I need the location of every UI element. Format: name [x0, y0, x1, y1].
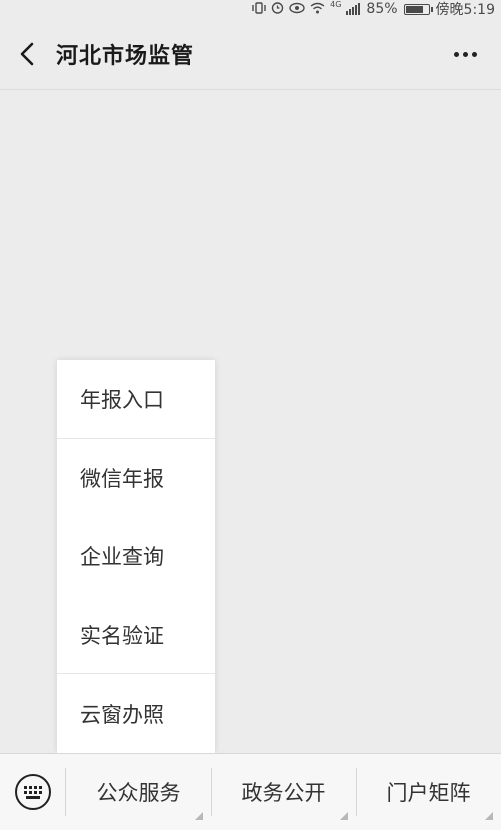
submenu-indicator-icon	[485, 812, 493, 820]
status-icons: 4G	[252, 0, 361, 17]
battery-icon	[403, 3, 433, 15]
network-type-label: 4G	[330, 0, 342, 9]
submenu-indicator-icon	[340, 812, 348, 820]
vibrate-icon	[252, 1, 266, 17]
more-button[interactable]	[447, 36, 483, 72]
wechat-official-account-screen: 4G 85% 傍晚5:19 河北市场监管 年报入口 微信年报 企业查询 实名验证…	[0, 0, 501, 830]
keyboard-icon	[14, 774, 51, 810]
status-bar: 4G 85% 傍晚5:19	[0, 0, 501, 18]
submenu-indicator-icon	[195, 812, 203, 820]
alarm-icon	[271, 1, 284, 17]
tab-label: 政务公开	[241, 781, 326, 805]
tab-portal-matrix[interactable]: 门户矩阵	[356, 754, 501, 830]
nav-bar: 河北市场监管	[0, 18, 501, 90]
tab-public-services[interactable]: 公众服务	[66, 754, 211, 830]
back-button[interactable]	[0, 18, 56, 90]
battery-fill	[405, 5, 424, 13]
wifi-icon	[310, 2, 325, 17]
menu-item-cloud-window-license[interactable]: 云窗办照	[57, 674, 215, 753]
tab-government-affairs[interactable]: 政务公开	[211, 754, 356, 830]
tab-label: 门户矩阵	[386, 781, 471, 805]
menu-item-wechat-annual-report[interactable]: 微信年报	[57, 439, 215, 518]
page-title: 河北市场监管	[56, 43, 195, 69]
tab-label: 公众服务	[96, 781, 181, 805]
more-dot	[462, 51, 468, 57]
more-dots-icon	[453, 51, 459, 57]
eye-icon	[289, 2, 305, 17]
more-dot	[471, 51, 477, 57]
menu-item-enterprise-query[interactable]: 企业查询	[57, 517, 215, 596]
bottom-menu-bar: 公众服务 政务公开 门户矩阵	[0, 753, 501, 830]
submenu-popup: 年报入口 微信年报 企业查询 实名验证 云窗办照	[57, 360, 215, 753]
menu-item-real-name-verification[interactable]: 实名验证	[57, 596, 215, 675]
menu-item-annual-report-entry[interactable]: 年报入口	[57, 360, 215, 439]
status-time: 傍晚5:19	[435, 2, 495, 18]
battery-percent: 85%	[366, 1, 398, 17]
keyboard-toggle-button[interactable]	[0, 768, 66, 816]
signal-icon	[346, 3, 361, 15]
chevron-left-icon	[20, 42, 34, 65]
